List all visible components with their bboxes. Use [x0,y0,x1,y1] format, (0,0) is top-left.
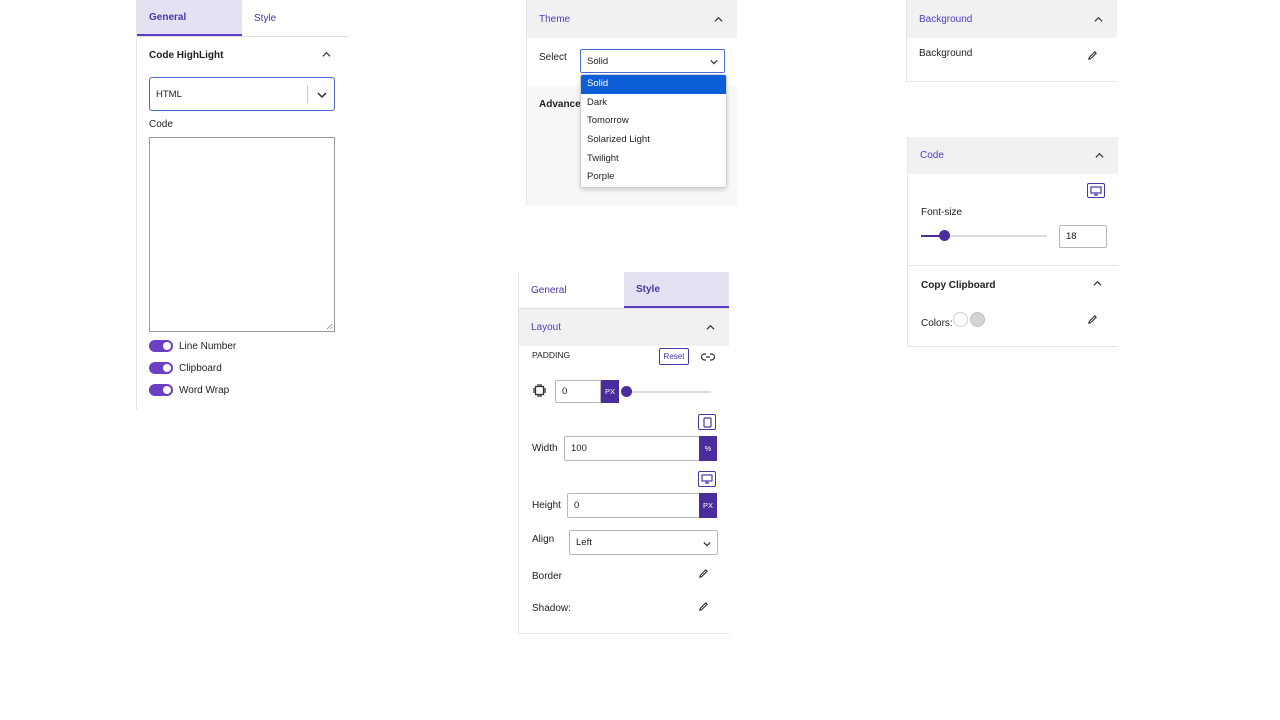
width-value: 100 [571,443,587,454]
chevron-up-icon [1095,152,1104,158]
theme-select[interactable]: Solid [580,49,725,73]
font-size-label: Font-size [921,207,963,218]
toggle-label: Line Number [179,340,237,352]
theme-option[interactable]: Twilight [581,150,726,169]
width-unit[interactable]: % [699,436,717,461]
toggle-label: Word Wrap [179,384,230,396]
pencil-icon[interactable] [1087,50,1098,61]
panel-tabs: General Style [519,272,729,309]
link-icon[interactable] [701,352,715,362]
toggle-label: Clipboard [179,362,222,374]
tablet-icon [702,416,712,428]
height-label: Height [532,500,561,511]
height-input[interactable]: 0 [567,493,700,518]
toggle-line-number-row: Line Number [149,340,236,352]
theme-option[interactable]: Dark [581,94,726,113]
shadow-label: Shadow: [532,603,571,614]
theme-header[interactable]: Theme [527,0,737,38]
color-swatch-white[interactable] [953,312,968,327]
tab-general[interactable]: General [519,272,624,308]
theme-panel: Theme Select Solid Advanced Solid Dark T… [526,0,737,205]
desktop-icon [1090,185,1102,196]
border-label: Border [532,571,563,582]
align-value: Left [576,537,592,548]
chevron-down-icon [710,59,718,65]
language-value: HTML [156,88,182,100]
background-panel: Background Background [906,0,1117,82]
width-label: Width [532,443,558,454]
word-wrap-toggle[interactable] [149,384,173,396]
code-label: Code [149,119,173,130]
slider-thumb[interactable] [621,386,632,397]
chevron-up-icon [706,324,715,330]
reset-button[interactable]: Reset [659,348,689,365]
layout-header[interactable]: Layout [519,309,729,346]
padding-slider[interactable] [621,386,711,397]
section-title: Code HighLight [149,50,224,61]
theme-option[interactable]: Solid [581,75,726,94]
font-size-input[interactable]: 18 [1059,225,1107,248]
clipboard-toggle[interactable] [149,362,173,374]
padding-value: 0 [562,386,568,397]
chevron-up-icon [1094,16,1103,22]
color-swatch-gray[interactable] [970,312,985,327]
panel-tabs: General Style [137,0,348,37]
pencil-icon[interactable] [698,601,709,612]
background-label: Background [919,48,973,59]
background-header[interactable]: Background [907,0,1117,38]
tab-style[interactable]: Style [242,0,348,36]
align-select[interactable]: Left [569,530,718,555]
theme-option[interactable]: Porple [581,168,726,187]
select-divider [307,85,308,103]
desktop-device-button[interactable] [1087,183,1105,198]
copy-clipboard-title: Copy Clipboard [921,280,996,291]
font-size-value: 18 [1066,231,1077,242]
align-label: Align [532,534,555,545]
desktop-icon [701,474,713,484]
desktop-device-button[interactable] [698,471,716,487]
tab-general[interactable]: General [137,0,242,36]
code-style-panel: Code Font-size 18 Copy Clipboard Colors: [907,137,1118,347]
code-highlight-panel: General Style Code HighLight HTML Code L… [136,0,348,410]
height-value: 0 [574,500,580,511]
line-number-toggle[interactable] [149,340,173,352]
background-header-title: Background [919,13,973,25]
toggle-word-wrap-row: Word Wrap [149,384,229,396]
layout-header-title: Layout [531,322,562,333]
slider-thumb[interactable] [939,230,950,241]
theme-dropdown-list: Solid Dark Tomorrow Solarized Light Twil… [580,74,727,188]
chevron-down-icon [317,92,327,99]
chevron-down-icon [703,541,711,547]
chevron-up-icon [714,16,723,22]
colors-label: Colors: [921,318,953,329]
theme-option[interactable]: Tomorrow [581,112,726,131]
height-unit[interactable]: PX [699,493,717,518]
padding-unit[interactable]: PX [601,380,619,403]
code-header-title: Code [920,150,944,161]
theme-header-title: Theme [539,13,571,25]
padding-label: PADDING [532,350,571,360]
padding-input[interactable]: 0 [555,380,601,403]
pencil-icon[interactable] [698,568,709,579]
toggle-clipboard-row: Clipboard [149,362,222,374]
select-label: Select [539,52,567,63]
divider [908,265,1118,266]
style-layout-panel: General Style Layout PADDING Reset 0 PX … [518,272,729,634]
pencil-icon[interactable] [1087,314,1098,325]
language-select[interactable]: HTML [149,77,335,111]
code-header[interactable]: Code [908,137,1118,174]
tablet-device-button[interactable] [698,414,716,430]
width-input[interactable]: 100 [564,436,700,461]
resize-handle-icon[interactable] [326,323,333,330]
tab-style[interactable]: Style [624,272,729,308]
theme-option[interactable]: Solarized Light [581,131,726,150]
code-textarea[interactable] [149,137,335,332]
chevron-up-icon[interactable] [1093,279,1102,288]
chevron-up-icon[interactable] [322,50,331,59]
padding-all-sides-icon [533,384,546,397]
theme-select-value: Solid [587,55,609,67]
